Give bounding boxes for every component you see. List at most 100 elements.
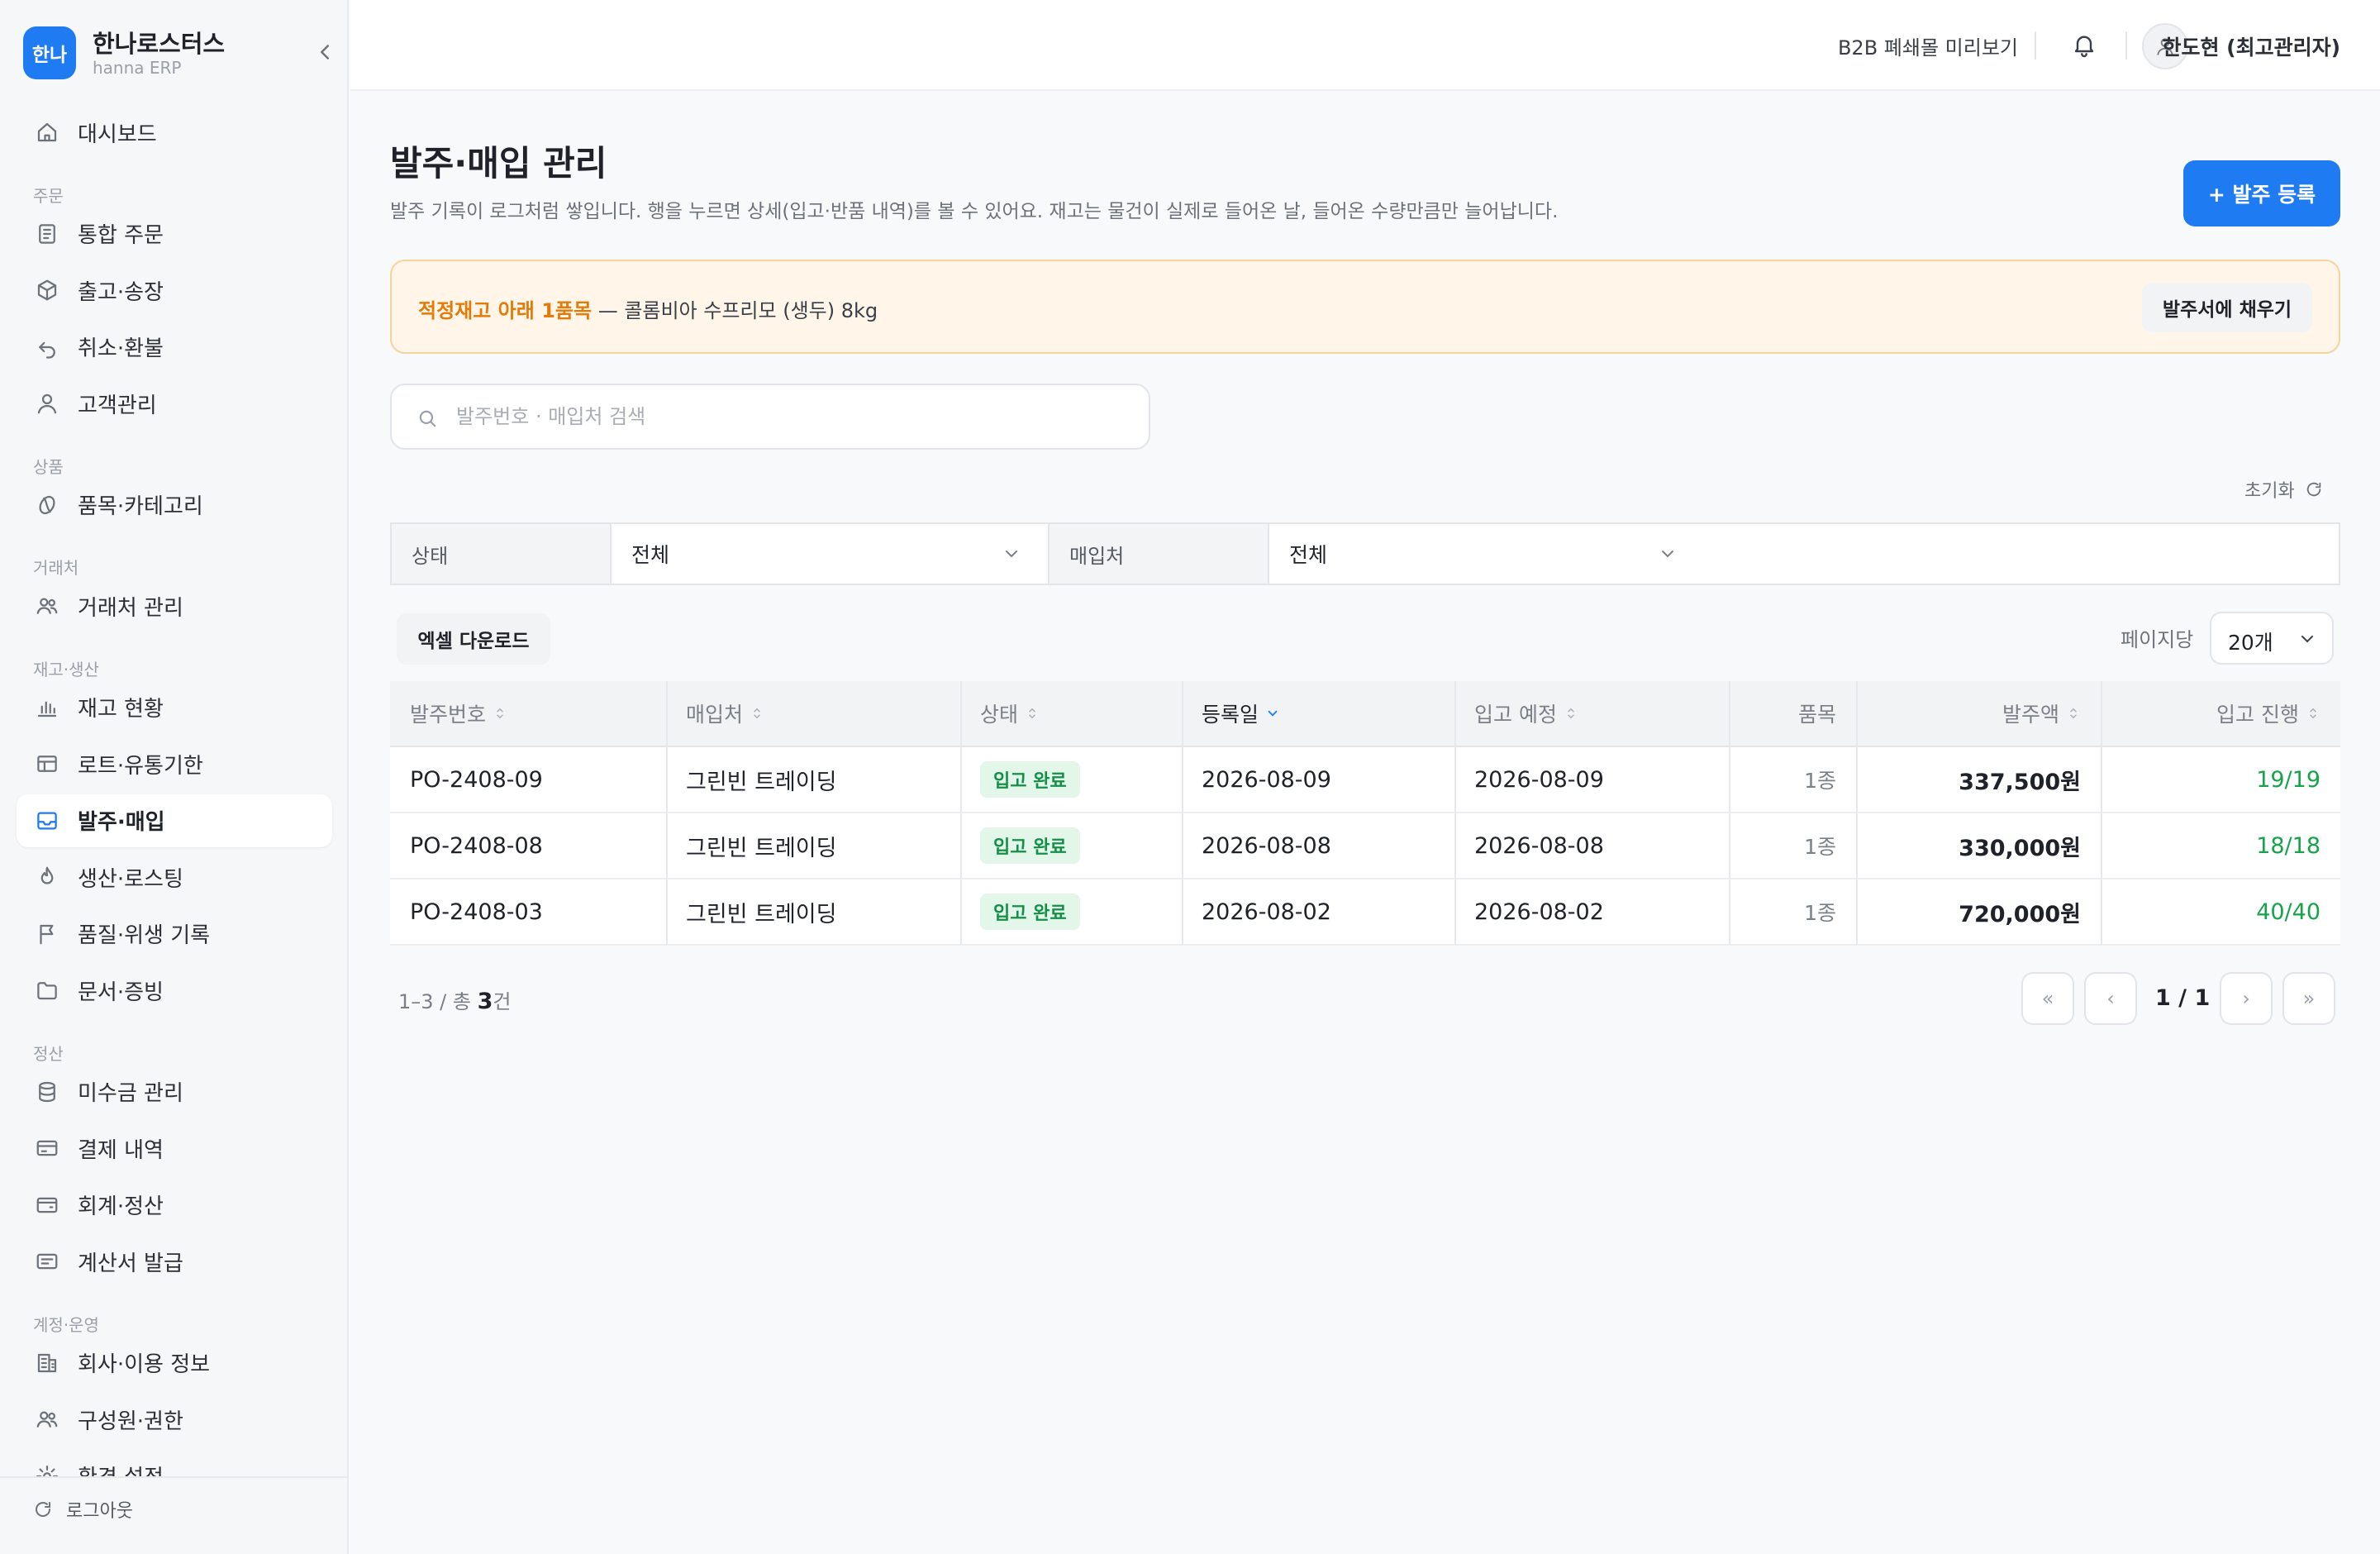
alert-text: 적정재고 아래 1품목 — 콜롬비아 수프리모 (생두) 8kg (418, 294, 878, 323)
cell-vendor: 그린빈 트레이딩 (686, 769, 837, 795)
sidebar-item-label: 생산·로스팅 (78, 866, 183, 892)
column-header-amount[interactable]: 발주액 (1876, 681, 2081, 746)
sidebar-item-label: 대시보드 (78, 122, 157, 147)
result-summary: 1–3 / 총 3건 (398, 985, 511, 1014)
undo-icon (39, 341, 55, 359)
first-page-button[interactable]: « (2021, 972, 2074, 1025)
per-page-value: 20개 (2228, 631, 2273, 655)
cell-vendor: 그린빈 트레이딩 (686, 835, 837, 861)
column-divider (1729, 681, 1730, 746)
cell-status: 입고 완료 (980, 879, 1162, 944)
sidebar-item-결제-내역[interactable]: 결제 내역 (17, 1122, 332, 1175)
search-input[interactable] (456, 393, 1134, 440)
reset-filters-button[interactable]: 초기화 (2244, 476, 2323, 503)
status-filter-select[interactable]: 전체 (612, 524, 1048, 584)
sidebar-item-거래처-관리[interactable]: 거래처 관리 (17, 579, 332, 632)
table-row[interactable]: PO-2408-03 그린빈 트레이딩 입고 완료 2026-08-02 2026-08… (390, 879, 2340, 946)
column-header-expected[interactable]: 입고 예정 (1474, 681, 1709, 746)
column-header-status[interactable]: 상태 (980, 681, 1162, 746)
excel-download-button[interactable]: 엑셀 다운로드 (397, 613, 550, 665)
sidebar-item-품목-카테고리[interactable]: 품목·카테고리 (17, 479, 332, 532)
sidebar-item-로트-유통기한[interactable]: 로트·유통기한 (17, 737, 332, 790)
last-page-button[interactable]: » (2282, 972, 2335, 1025)
nav-group-label: 정산 (33, 1043, 64, 1064)
brand-logo: 한나 (23, 26, 76, 79)
sidebar-item-발주-매입[interactable]: 발주·매입 (17, 794, 332, 847)
column-divider (666, 681, 668, 746)
vendor-filter-select[interactable]: 전체 (1269, 524, 1716, 584)
column-divider (960, 681, 962, 746)
refresh-icon (2306, 482, 2320, 497)
chevron-down-icon (1662, 551, 1673, 558)
column-header-label: 입고 진행 (2216, 703, 2299, 727)
table-header: 발주번호 매입처 상태 등록일 입고 예정 품목 발주액 입고 진행 (390, 681, 2340, 747)
column-divider (2101, 813, 2102, 878)
add-purchase-order-button[interactable]: + 발주 등록 (2183, 160, 2340, 226)
sidebar-item-출고-송장[interactable]: 출고·송장 (17, 264, 332, 317)
alert-strong: 적정재고 아래 1품목 (418, 299, 593, 322)
cell-expected: 2026-08-08 (1474, 832, 1604, 859)
sidebar-item-label: 미수금 관리 (78, 1081, 183, 1106)
receipt-icon (36, 1253, 58, 1270)
table-row[interactable]: PO-2408-08 그린빈 트레이딩 입고 완료 2026-08-08 2026-08… (390, 813, 2340, 879)
cell-amount: 330,000원 (1959, 835, 2081, 861)
sidebar-collapse-button[interactable] (312, 40, 337, 64)
sidebar-item-label: 계산서 발급 (78, 1251, 183, 1276)
sort-desc-icon (1268, 710, 1278, 717)
sidebar-item-문서-증빙[interactable]: 문서·증빙 (17, 964, 332, 1017)
result-unit: 건 (493, 990, 512, 1013)
flag-icon (40, 924, 54, 944)
column-header-po[interactable]: 발주번호 (410, 681, 646, 746)
cell-status: 입고 완료 (980, 747, 1162, 812)
sidebar-item-구성원-권한[interactable]: 구성원·권한 (17, 1393, 332, 1446)
column-divider (666, 813, 668, 878)
bar-chart-icon (37, 701, 57, 717)
next-page-button[interactable]: › (2220, 972, 2273, 1025)
fill-order-button[interactable]: 발주서에 채우기 (2142, 283, 2312, 332)
nav-group-label: 주문 (33, 185, 64, 206)
sidebar-item-재고-현황[interactable]: 재고 현황 (17, 681, 332, 734)
sidebar-item-대시보드[interactable]: 대시보드 (17, 106, 332, 159)
column-divider (1856, 747, 1858, 812)
sidebar-item-고객관리[interactable]: 고객관리 (17, 377, 332, 430)
header-divider (2125, 31, 2127, 60)
sidebar-item-품질-위생-기록[interactable]: 품질·위생 기록 (17, 908, 332, 961)
reset-label: 초기화 (2244, 481, 2295, 502)
chevron-down-icon (2301, 636, 2313, 643)
sidebar-item-계산서-발급[interactable]: 계산서 발급 (17, 1235, 332, 1288)
sort-icon (497, 708, 503, 719)
sidebar-item-label: 문서·증빙 (78, 980, 164, 1005)
cell-po: PO-2408-03 (410, 899, 543, 925)
cell-progress: 40/40 (2256, 899, 2320, 925)
per-page-select[interactable]: 20개 (2210, 612, 2334, 665)
cell-po: PO-2408-08 (410, 832, 543, 859)
sidebar-item-회계-정산[interactable]: 회계·정산 (17, 1179, 332, 1232)
vendor-filter-value: 전체 (1289, 543, 1328, 567)
user-icon (37, 393, 57, 414)
sidebar-item-생산-로스팅[interactable]: 생산·로스팅 (17, 851, 332, 903)
table-row[interactable]: PO-2408-09 그린빈 트레이딩 입고 완료 2026-08-09 2026-08… (390, 747, 2340, 813)
notification-button[interactable] (2071, 31, 2097, 58)
prev-page-button[interactable]: ‹ (2084, 972, 2137, 1025)
column-header-label: 등록일 (1202, 703, 1259, 727)
document-icon (39, 223, 55, 244)
column-header-registered[interactable]: 등록일 (1202, 681, 1435, 746)
column-divider (1454, 681, 1456, 746)
column-divider (1729, 879, 1730, 944)
status-filter-value: 전체 (631, 543, 670, 567)
sidebar-item-취소-환불[interactable]: 취소·환불 (17, 321, 332, 374)
sidebar-item-label: 재고 현황 (78, 697, 164, 722)
header-divider (2035, 31, 2036, 60)
user-name[interactable]: 한도현 (최고관리자) (2162, 31, 2340, 61)
column-header-progress[interactable]: 입고 진행 (2121, 681, 2320, 746)
column-divider (2101, 681, 2102, 746)
column-header-vendor[interactable]: 매입처 (686, 681, 940, 746)
cell-po: PO-2408-09 (410, 766, 543, 793)
b2b-preview-link[interactable]: B2B 폐쇄몰 미리보기 (1838, 31, 2018, 60)
brand-name: 한나로스터스 (93, 30, 226, 58)
sidebar-item-회사-이용-정보[interactable]: 회사·이용 정보 (17, 1337, 332, 1390)
sidebar-item-미수금-관리[interactable]: 미수금 관리 (17, 1065, 332, 1118)
sidebar-item-통합-주문[interactable]: 통합 주문 (17, 207, 332, 260)
logout-button[interactable]: 로그아웃 (33, 1496, 133, 1523)
table-icon (37, 756, 57, 772)
